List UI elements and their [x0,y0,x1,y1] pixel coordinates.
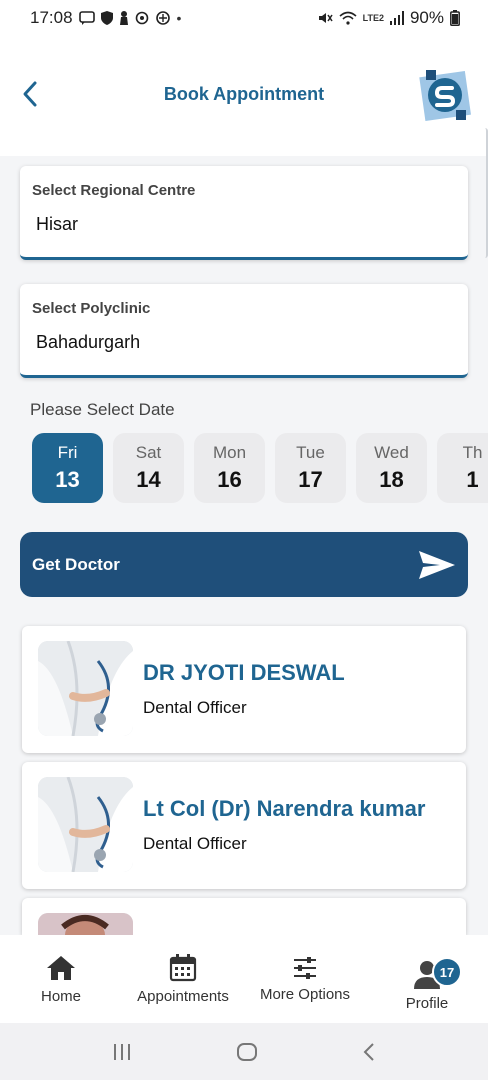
doctor-card[interactable] [22,898,466,935]
date-day: 14 [136,467,161,492]
date-day: 1 [466,467,479,492]
doctor-photo [38,777,133,872]
doctor-role: Dental Officer [143,698,247,717]
scroll-indicator [482,128,488,258]
date-weekday: Fri [57,443,78,462]
get-doctor-button[interactable]: Get Doctor [20,532,468,597]
doctor-name: Lt Col (Dr) Narendra kumar [143,796,426,821]
date-chip[interactable]: Fri 13 [32,433,103,503]
nav-appointments[interactable]: Appointments [122,935,244,1023]
nav-more-options[interactable]: More Options [244,935,366,1023]
notification-badge: 17 [432,957,462,987]
date-day: 13 [55,467,80,492]
signal-icon [389,11,404,25]
status-time: 17:08 [30,8,73,27]
doctor-name: DR JYOTI DESWAL [143,660,345,685]
recent-apps-icon[interactable] [112,1043,132,1061]
status-bar: 17:08 • LTE2 90% [0,0,488,36]
date-chip[interactable]: Tue 17 [275,433,346,503]
date-weekday: Wed [374,443,409,462]
date-picker[interactable]: Fri 13 Sat 14 Mon 16 Tue 17 Wed 18 Th 1 [32,433,488,505]
cast-icon [155,11,170,25]
polyclinic-value: Bahadurgarh [36,332,141,352]
date-chip[interactable]: Wed 18 [356,433,427,503]
regional-centre-label: Select Regional Centre [32,182,196,199]
nav-home-label: Home [40,987,81,1005]
calendar-icon [169,953,197,981]
network-type: LTE2 [362,13,384,23]
person-icon [119,11,128,25]
dot-icon: • [176,10,182,26]
battery-percent: 90% [409,8,444,27]
nav-more-options-label: More Options [259,985,351,1003]
regional-centre-value: Hisar [36,214,79,234]
sync-icon [135,11,148,25]
battery-icon [450,10,460,26]
date-weekday: Sat [135,443,162,462]
send-icon [419,550,455,579]
date-weekday: Mon [212,443,247,462]
doctor-role: Dental Officer [143,834,247,853]
date-weekday: Th [462,443,483,462]
regional-centre-select[interactable]: Select Regional Centre Hisar [20,166,468,260]
system-nav-bar [0,1023,488,1080]
app-logo-icon [416,66,474,124]
mute-icon [318,13,333,23]
home-icon [47,955,75,980]
date-chip[interactable]: Mon 16 [194,433,265,503]
doctor-photo [38,641,133,736]
app-header: Book Appointment [0,36,488,156]
nav-profile[interactable]: 17 Profile [366,935,488,1023]
get-doctor-label: Get Doctor [32,554,120,574]
date-chip[interactable]: Th 1 [437,433,488,503]
date-day: 16 [217,467,242,492]
date-weekday: Tue [296,443,325,462]
nav-home[interactable]: Home [0,935,122,1023]
doctor-card[interactable]: DR JYOTI DESWAL Dental Officer [22,626,466,753]
home-button-icon[interactable] [236,1042,258,1062]
date-heading: Please Select Date [30,400,175,419]
nav-appointments-label: Appointments [137,987,229,1005]
page-title: Book Appointment [163,84,325,104]
back-nav-icon[interactable] [362,1042,376,1062]
sliders-icon [294,956,316,979]
shield-icon [100,11,113,25]
date-chip[interactable]: Sat 14 [113,433,184,503]
nav-profile-label: Profile [405,994,449,1012]
bottom-nav: Home Appointments More Options 17 Profil… [0,935,488,1023]
polyclinic-label: Select Polyclinic [32,300,151,317]
doctor-card[interactable]: Lt Col (Dr) Narendra kumar Dental Office… [22,762,466,889]
date-day: 17 [298,467,323,492]
polyclinic-select[interactable]: Select Polyclinic Bahadurgarh [20,284,468,378]
wifi-icon [339,11,357,25]
date-day: 18 [379,467,404,492]
message-icon [78,11,95,25]
doctor-photo [38,913,133,935]
